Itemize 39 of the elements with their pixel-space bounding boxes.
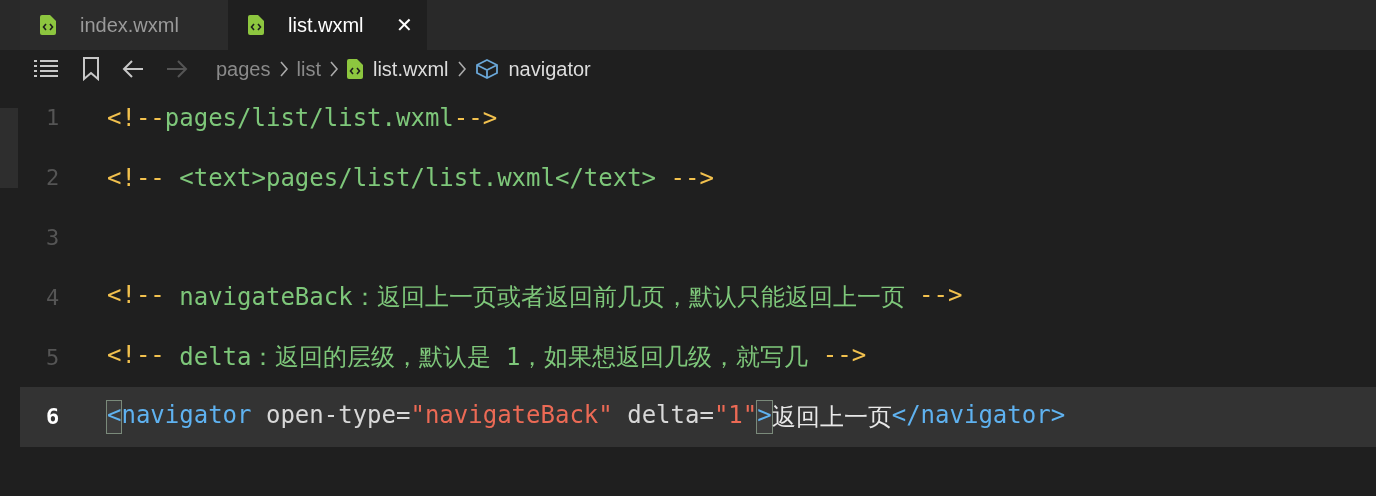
code-token: pages/list/list.wxml (164, 103, 454, 132)
breadcrumb-item[interactable]: list.wxml (372, 57, 449, 81)
forward-arrow-icon (166, 59, 188, 79)
code-token: > (757, 400, 772, 433)
cube-icon (474, 58, 499, 80)
code-token: </navigator> (891, 400, 1066, 431)
code-token: <!-- (107, 341, 165, 372)
code-token: --> (919, 281, 963, 312)
bookmark-icon (82, 57, 100, 81)
code-token: delta= (626, 400, 714, 431)
back-arrow-icon (122, 59, 144, 79)
code-token: --> (670, 163, 714, 192)
code-token: <text>pages/list/list.wxml</text> (178, 163, 658, 192)
code-token: 返回上一页 (771, 401, 892, 433)
list-icon (34, 59, 60, 79)
chevron-icon (328, 60, 339, 78)
chevron-icon (278, 60, 289, 78)
breadcrumb-item[interactable]: pages (216, 57, 271, 81)
chevron-icon (456, 60, 467, 78)
code-token: --> (453, 103, 498, 132)
code-token: <!-- (107, 103, 165, 132)
code-token: delta：返回的层级，默认是 1，如果想返回几级，就写几 (178, 342, 810, 374)
code-token: open-type= (264, 400, 411, 431)
code-token: < (107, 400, 122, 433)
tab[interactable]: list.wxml ✕ (228, 0, 427, 50)
code-token: --> (822, 341, 867, 372)
code-token: navigator (121, 400, 252, 431)
close-icon[interactable]: ✕ (395, 13, 413, 37)
code-token: <!-- (107, 163, 165, 192)
code-token: "navigateBack" (410, 400, 613, 431)
line-number: 6 (45, 404, 61, 430)
breadcrumb-item[interactable]: list (296, 57, 321, 81)
code-token: navigateBack：返回上一页或者返回前几页，默认只能返回上一页 (178, 282, 906, 314)
code-token: "1" (713, 400, 758, 431)
code-token: <!-- (107, 281, 165, 312)
file-icon (346, 59, 363, 79)
file-icon (40, 15, 56, 35)
file-icon (248, 15, 264, 35)
breadcrumb-item[interactable]: navigator (508, 57, 591, 81)
